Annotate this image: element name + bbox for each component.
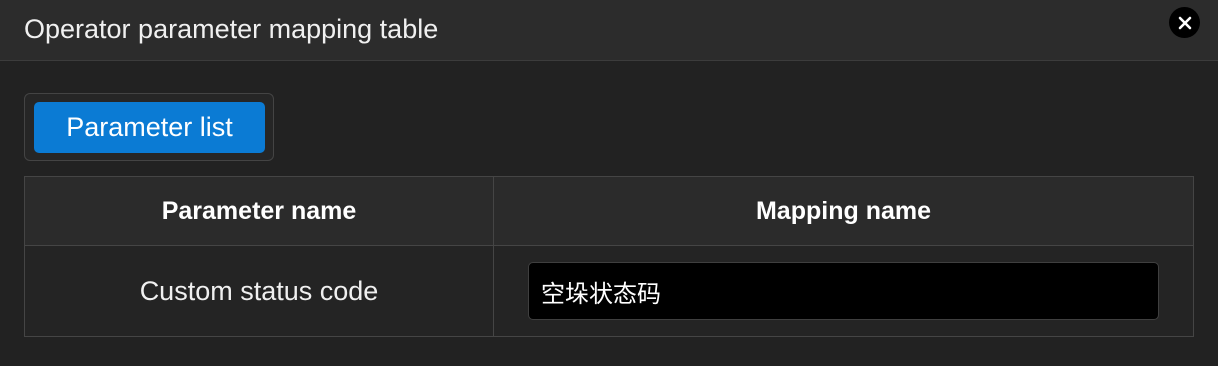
table-header-row: Parameter name Mapping name [24,176,1194,246]
dialog-header: Operator parameter mapping table [0,0,1218,61]
column-header-parameter-name: Parameter name [24,176,494,246]
column-header-mapping-name: Mapping name [493,176,1194,246]
mapping-table: Parameter name Mapping name Custom statu… [24,176,1194,337]
parameter-name-cell: Custom status code [24,245,494,337]
close-icon [1178,16,1191,29]
table-row: Custom status code [24,245,1194,337]
mapping-name-cell [493,245,1194,337]
dialog-title: Operator parameter mapping table [24,14,439,44]
mapping-name-input[interactable] [528,262,1159,320]
tab-bar: Parameter list [24,93,274,161]
parameter-mapping-dialog: Operator parameter mapping table Paramet… [0,0,1218,366]
close-button[interactable] [1169,7,1200,38]
tab-parameter-list[interactable]: Parameter list [34,102,265,153]
